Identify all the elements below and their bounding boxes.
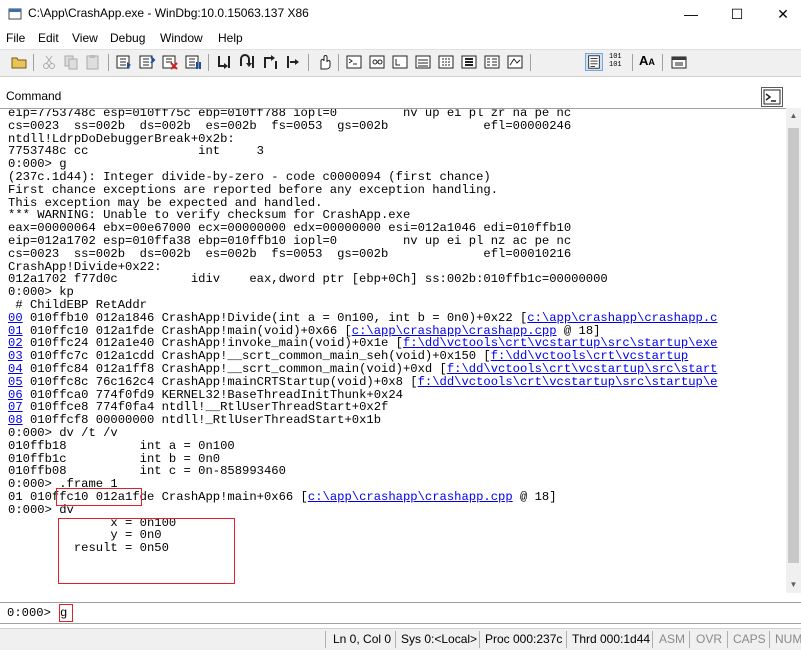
status-asm: ASM [659,632,686,646]
call-stack-icon[interactable] [460,53,478,71]
vertical-scrollbar[interactable]: ▲ ▼ [786,108,801,593]
status-ln-col: Ln 0, Col 0 [333,632,392,646]
maximize-button[interactable]: ☐ [719,0,755,28]
menu-view[interactable]: View [72,31,98,45]
output-line: 7753748c cc int 3 [8,145,717,158]
status-bar: Ln 0, Col 0 Sys 0:<Local> Proc 000:237c … [0,628,801,650]
locals-output-highlight [58,518,235,584]
minimize-button[interactable]: — [673,0,709,28]
menu-file[interactable]: File [6,31,25,45]
status-ovr: OVR [696,632,723,646]
watch-icon[interactable] [368,53,386,71]
breakpoint-icon[interactable] [315,53,333,71]
command-window-icon[interactable] [345,53,363,71]
command-input-row: 0:000> [0,602,801,624]
menu-edit[interactable]: Edit [38,31,59,45]
open-icon[interactable] [10,53,28,71]
memory-icon[interactable] [437,53,455,71]
step-into-icon[interactable] [215,53,233,71]
output-text: 012a1702 f77d0c idiv eax,dword ptr [ebp+… [8,272,608,287]
command-window-title: Command [6,89,62,103]
toolbar: 101 101 AA [0,49,801,77]
output-text: @ 18] [512,489,557,504]
options-icon[interactable] [670,53,688,71]
run-to-cursor-icon[interactable] [284,53,302,71]
menu-help[interactable]: Help [218,31,243,45]
scroll-thumb[interactable] [788,128,799,563]
status-caps: CAPS [733,632,766,646]
scroll-up-icon[interactable]: ▲ [786,108,801,124]
command-input[interactable] [60,605,790,620]
go-icon[interactable] [115,53,133,71]
menu-bar: File Edit View Debug Window Help [0,29,801,49]
locals-icon[interactable] [391,53,409,71]
window-title: C:\App\CrashApp.exe - WinDbg:10.0.15063.… [28,6,309,20]
app-icon [8,7,22,21]
command-prompt-button[interactable] [761,87,783,107]
scroll-down-icon[interactable]: ▼ [786,577,801,593]
status-thrd: Thrd 000:1d44 [572,632,651,646]
status-sys: Sys 0:<Local> [401,632,478,646]
restart-icon[interactable] [138,53,156,71]
command-window-header: Command [0,86,801,108]
frame-command-highlight [56,488,142,506]
step-over-icon[interactable] [238,53,256,71]
paste-icon[interactable] [84,53,102,71]
step-out-icon[interactable] [261,53,279,71]
input-highlight [59,604,73,622]
stop-debugging-icon[interactable] [161,53,179,71]
registers-icon[interactable] [414,53,432,71]
source-mode-icon[interactable] [585,53,603,71]
hex-mode-icon[interactable]: 101 101 [609,53,627,71]
command-prompt: 0:000> [7,606,51,620]
title-bar: C:\App\CrashApp.exe - WinDbg:10.0.15063.… [0,0,801,28]
scratch-pad-icon[interactable] [506,53,524,71]
font-icon[interactable]: AA [639,53,657,71]
menu-debug[interactable]: Debug [110,31,145,45]
break-icon[interactable] [184,53,202,71]
status-proc: Proc 000:237c [485,632,563,646]
close-button[interactable]: ✕ [765,0,801,28]
output-line: 012a1702 f77d0c idiv eax,dword ptr [ebp+… [8,273,717,286]
dml-link[interactable]: c:\app\crashapp\crashapp.cpp [308,490,513,504]
status-num: NUM [775,632,801,646]
dml-link[interactable]: f:\dd\vctools\crt\vcstartup\src\startup\… [418,375,718,389]
disassembly-icon[interactable] [483,53,501,71]
cut-icon[interactable] [40,53,58,71]
copy-icon[interactable] [62,53,80,71]
menu-window[interactable]: Window [160,31,203,45]
